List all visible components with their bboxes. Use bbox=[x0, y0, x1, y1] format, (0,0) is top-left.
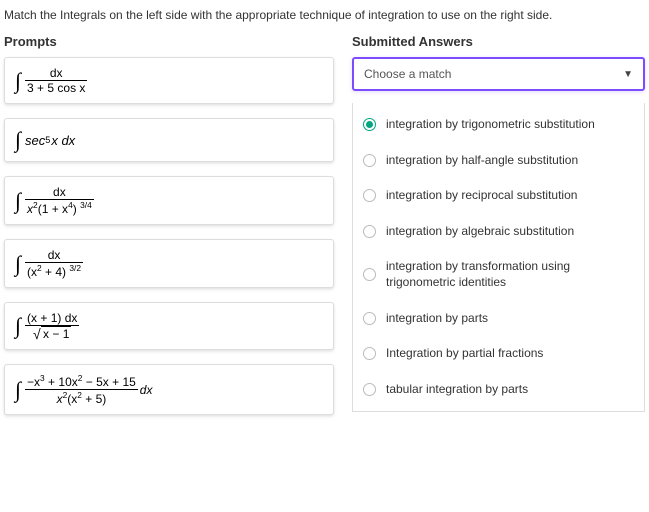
prompt-card-6[interactable]: ∫ −x3 + 10x2 − 5x + 15 x2(x2 + 5) dx bbox=[4, 364, 334, 415]
dpo: + 5) bbox=[82, 392, 106, 406]
frac-numerator: dx bbox=[25, 185, 94, 200]
option-algebraic[interactable]: integration by algebraic substitution bbox=[353, 214, 644, 250]
prompt-card-5[interactable]: ∫ (x + 1) dx x − 1 bbox=[4, 302, 334, 350]
answers-column: Submitted Answers Choose a match ▼ integ… bbox=[352, 34, 645, 429]
prompt-card-4[interactable]: ∫ dx (x2 + 4) 3/2 bbox=[4, 239, 334, 288]
integral-icon: ∫ bbox=[15, 377, 21, 403]
npo: − 5x + 15 bbox=[82, 375, 135, 389]
prompt-card-2[interactable]: ∫ sec 5 x dx bbox=[4, 118, 334, 162]
match-dropdown[interactable]: Choose a match ▼ bbox=[352, 57, 645, 91]
fraction: −x3 + 10x2 − 5x + 15 x2(x2 + 5) bbox=[25, 373, 138, 406]
frac-denominator: x − 1 bbox=[25, 326, 79, 341]
fraction: dx x2(1 + x4) 3/4 bbox=[25, 185, 94, 216]
option-half-angle[interactable]: integration by half-angle substitution bbox=[353, 143, 644, 179]
options-panel: integration by trigonometric substitutio… bbox=[352, 103, 645, 412]
prompts-header: Prompts bbox=[4, 34, 334, 57]
radio-icon bbox=[363, 225, 376, 238]
radio-icon bbox=[363, 383, 376, 396]
chevron-down-icon: ▼ bbox=[623, 69, 633, 80]
radio-icon bbox=[363, 347, 376, 360]
frac-denominator: (x2 + 4) 3/2 bbox=[25, 263, 83, 279]
frac-denominator: 3 + 5 cos x bbox=[25, 81, 87, 95]
prompt-card-3[interactable]: ∫ dx x2(1 + x4) 3/4 bbox=[4, 176, 334, 225]
instructions-text: Match the Integrals on the left side wit… bbox=[4, 0, 645, 34]
option-label: integration by parts bbox=[386, 311, 488, 327]
dm: (1 + x bbox=[38, 202, 68, 216]
columns-container: Prompts ∫ dx 3 + 5 cos x ∫ sec 5 x dx bbox=[4, 34, 645, 429]
radio-icon bbox=[363, 154, 376, 167]
option-trig-identities[interactable]: integration by transformation using trig… bbox=[353, 249, 644, 300]
expr-pre: sec bbox=[25, 133, 45, 148]
radio-icon bbox=[363, 118, 376, 131]
expr-post: x dx bbox=[51, 133, 75, 148]
option-label: integration by reciprocal substitution bbox=[386, 188, 577, 204]
expr-sup: 5 bbox=[45, 135, 50, 145]
submitted-header: Submitted Answers bbox=[352, 34, 645, 57]
option-by-parts[interactable]: integration by parts bbox=[353, 301, 644, 337]
frac-numerator: (x + 1) dx bbox=[25, 311, 79, 326]
integral-icon: ∫ bbox=[15, 68, 21, 94]
dos: 3/2 bbox=[69, 263, 81, 273]
dm: + 4) bbox=[42, 265, 70, 279]
frac-denominator: x2(x2 + 5) bbox=[25, 390, 138, 406]
frac-denominator: x2(1 + x4) 3/4 bbox=[25, 200, 94, 216]
prompts-column: Prompts ∫ dx 3 + 5 cos x ∫ sec 5 x dx bbox=[4, 34, 334, 429]
option-label: integration by trigonometric substitutio… bbox=[386, 117, 595, 133]
radio-icon bbox=[363, 189, 376, 202]
prompt-card-1[interactable]: ∫ dx 3 + 5 cos x bbox=[4, 57, 334, 104]
dpo: ) bbox=[73, 202, 80, 216]
trailing-dx: dx bbox=[140, 383, 153, 397]
np: −x bbox=[27, 375, 40, 389]
nm: + 10x bbox=[45, 375, 78, 389]
frac-numerator: dx bbox=[25, 248, 83, 263]
option-label: tabular integration by parts bbox=[386, 382, 528, 398]
option-reciprocal[interactable]: integration by reciprocal substitution bbox=[353, 178, 644, 214]
frac-numerator: −x3 + 10x2 − 5x + 15 bbox=[25, 373, 138, 390]
sqrt-expr: x − 1 bbox=[41, 326, 71, 341]
option-label: integration by half-angle substitution bbox=[386, 153, 578, 169]
integral-icon: ∫ bbox=[15, 313, 21, 339]
dos: 3/4 bbox=[80, 200, 92, 210]
dp: (x bbox=[27, 265, 37, 279]
fraction: dx 3 + 5 cos x bbox=[25, 66, 87, 95]
fraction: (x + 1) dx x − 1 bbox=[25, 311, 79, 341]
option-label: integration by algebraic substitution bbox=[386, 224, 574, 240]
frac-numerator: dx bbox=[25, 66, 87, 81]
fraction: dx (x2 + 4) 3/2 bbox=[25, 248, 83, 279]
option-label: integration by transformation using trig… bbox=[386, 259, 634, 290]
radio-icon bbox=[363, 268, 376, 281]
integral-icon: ∫ bbox=[15, 127, 21, 153]
radio-icon bbox=[363, 312, 376, 325]
integral-icon: ∫ bbox=[15, 251, 21, 277]
option-tabular-parts[interactable]: tabular integration by parts bbox=[353, 372, 644, 408]
match-placeholder: Choose a match bbox=[364, 67, 451, 81]
integral-icon: ∫ bbox=[15, 188, 21, 214]
page-root: Match the Integrals on the left side wit… bbox=[0, 0, 649, 429]
dm: (x bbox=[67, 392, 77, 406]
option-partial-fractions[interactable]: Integration by partial fractions bbox=[353, 336, 644, 372]
option-label: Integration by partial fractions bbox=[386, 346, 543, 362]
option-trig-substitution[interactable]: integration by trigonometric substitutio… bbox=[353, 107, 644, 143]
